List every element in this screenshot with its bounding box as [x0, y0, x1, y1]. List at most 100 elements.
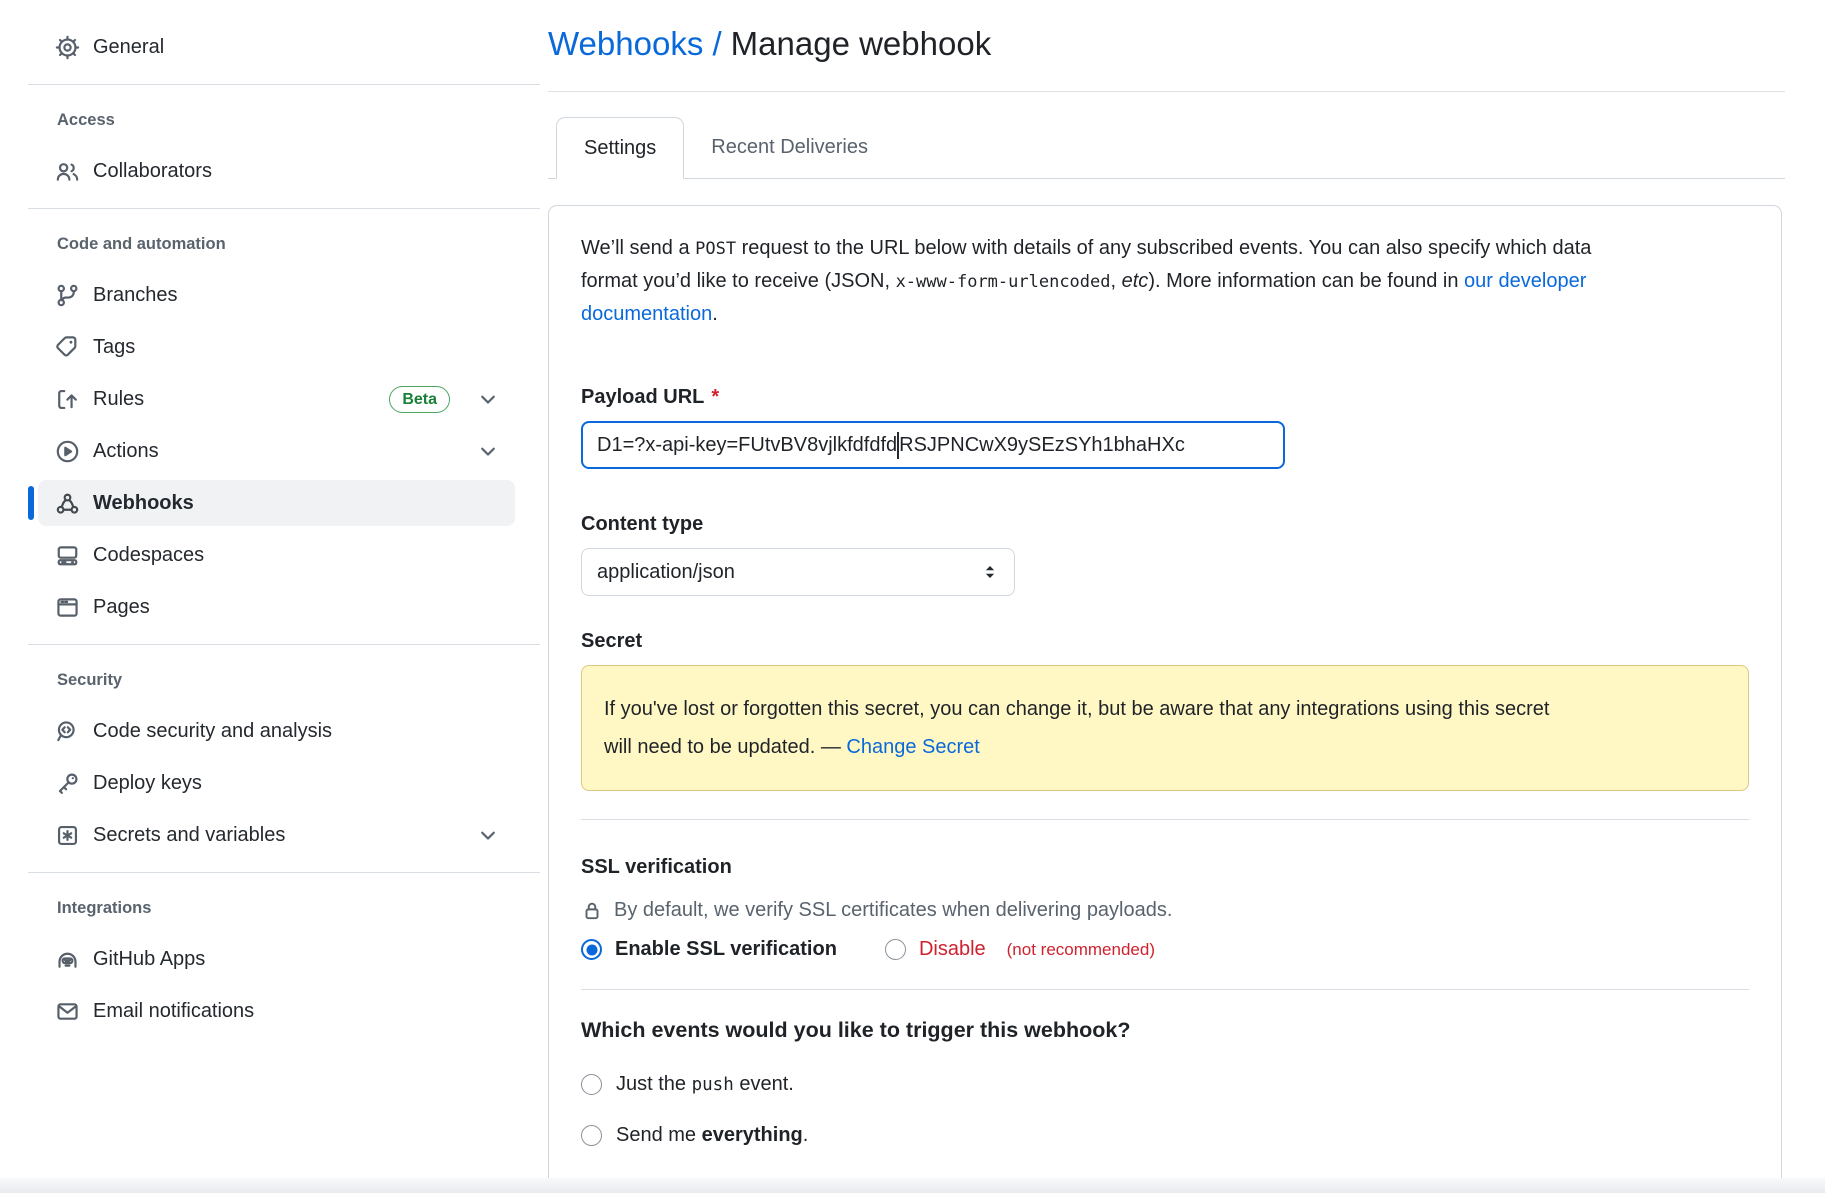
- sidebar-item-code-security-and-analysis[interactable]: Code security and analysis: [38, 708, 515, 754]
- chevron-down-icon[interactable]: [478, 825, 498, 845]
- ssl-description: By default, we verify SSL certificates w…: [614, 899, 1172, 922]
- gear-icon: [55, 35, 80, 60]
- tag-icon: [55, 335, 80, 360]
- sidebar-item-label: Branches: [93, 284, 178, 307]
- sidebar-item-email-notifications[interactable]: Email notifications: [38, 988, 515, 1034]
- payload-url-input[interactable]: D1=?x-api-key=FUtvBV8vjlkfdfdfdRSJPNCwX9…: [581, 421, 1285, 469]
- beta-badge: Beta: [389, 386, 450, 413]
- github-webhook-settings-page: General Access Collaborators Code and autom…: [0, 0, 1825, 1193]
- sidebar-divider: [28, 84, 540, 85]
- active-item-indicator: [28, 486, 34, 520]
- ssl-description-row: By default, we verify SSL certificates w…: [581, 899, 1749, 922]
- sidebar-section-label-security: Security: [28, 671, 540, 690]
- select-arrows-icon: [981, 563, 999, 581]
- sidebar-item-general[interactable]: General: [38, 24, 515, 70]
- section-divider: [581, 819, 1749, 820]
- sidebar-section-label-integrations: Integrations: [28, 899, 540, 918]
- sidebar-item-label: GitHub Apps: [93, 948, 205, 971]
- developer-documentation-link[interactable]: our developer: [1464, 270, 1586, 292]
- push-code-text: push: [692, 1075, 734, 1095]
- radio-checked-icon[interactable]: [581, 939, 602, 960]
- send-everything-option[interactable]: Send me everything.: [581, 1124, 1749, 1147]
- payload-url-value-before-caret: D1=?x-api-key=FUtvBV8vjlkfdfdfd: [597, 434, 897, 457]
- key-icon: [55, 771, 80, 796]
- content-type-label: Content type: [581, 513, 1749, 536]
- secret-warning-line1: If you've lost or forgotten this secret,…: [604, 698, 1549, 720]
- sidebar-item-label: Secrets and variables: [93, 824, 285, 847]
- rules-icon: [55, 387, 80, 412]
- just-push-label: Just the push event.: [616, 1073, 794, 1096]
- viewport-bottom-edge: [0, 1178, 1825, 1193]
- radio-unchecked-icon[interactable]: [581, 1074, 602, 1095]
- page-title-current: Manage webhook: [731, 25, 992, 62]
- sidebar-divider: [28, 208, 540, 209]
- secret-warning-banner: If you've lost or forgotten this secret,…: [581, 665, 1749, 791]
- webhook-settings-panel: We’ll send a POST request to the URL bel…: [548, 205, 1782, 1193]
- section-divider: [581, 989, 1749, 990]
- chevron-down-icon[interactable]: [478, 441, 498, 461]
- webhook-icon: [55, 491, 80, 516]
- people-icon: [55, 159, 80, 184]
- sidebar-item-rules[interactable]: Rules Beta: [38, 376, 515, 422]
- tab-recent-deliveries[interactable]: Recent Deliveries: [684, 117, 895, 178]
- secret-warning-line2: will need to be updated. —: [604, 736, 846, 758]
- radio-unchecked-icon[interactable]: [581, 1125, 602, 1146]
- sidebar-item-github-apps[interactable]: GitHub Apps: [38, 936, 515, 982]
- sidebar-item-actions[interactable]: Actions: [38, 428, 515, 474]
- secrets-icon: [55, 823, 80, 848]
- sidebar-item-tags[interactable]: Tags: [38, 324, 515, 370]
- payload-url-label: Payload URL: [581, 386, 704, 409]
- sidebar-item-webhooks[interactable]: Webhooks: [38, 480, 515, 526]
- content-type-select[interactable]: application/json: [581, 548, 1015, 596]
- breadcrumb-webhooks-link[interactable]: Webhooks /: [548, 25, 722, 62]
- apps-icon: [55, 947, 80, 972]
- enable-ssl-label: Enable SSL verification: [615, 938, 837, 961]
- change-secret-link[interactable]: Change Secret: [846, 736, 979, 758]
- pages-icon: [55, 595, 80, 620]
- main-content: Webhooks /Manage webhook Settings Recent…: [548, 0, 1785, 1193]
- sidebar-divider: [28, 872, 540, 873]
- sidebar-item-label: Actions: [93, 440, 159, 463]
- sidebar-item-branches[interactable]: Branches: [38, 272, 515, 318]
- secret-label: Secret: [581, 630, 1749, 653]
- sidebar-section-label-code-and-automation: Code and automation: [28, 235, 540, 254]
- content-type-selected-value: application/json: [597, 561, 735, 584]
- sidebar-item-label: Webhooks: [93, 492, 194, 515]
- lock-icon: [581, 900, 603, 922]
- play-icon: [55, 439, 80, 464]
- payload-url-value-after-caret: RSJPNCwX9ySEzSYh1bhaHXc: [899, 434, 1185, 457]
- sidebar-item-label: Collaborators: [93, 160, 212, 183]
- sidebar-divider: [28, 644, 540, 645]
- sidebar-item-label: Codespaces: [93, 544, 204, 567]
- sidebar-item-label: Code security and analysis: [93, 720, 332, 743]
- disable-ssl-label: Disable: [919, 938, 986, 961]
- ssl-verification-heading: SSL verification: [581, 856, 1749, 879]
- developer-documentation-link[interactable]: documentation: [581, 303, 712, 325]
- events-heading: Which events would you like to trigger t…: [581, 1018, 1749, 1043]
- page-title: Webhooks /Manage webhook: [548, 24, 1785, 64]
- breadcrumb-label: Webhooks: [548, 25, 703, 62]
- codespaces-icon: [55, 543, 80, 568]
- enable-ssl-option[interactable]: Enable SSL verification: [581, 938, 837, 961]
- sidebar-item-codespaces[interactable]: Codespaces: [38, 532, 515, 578]
- just-push-option[interactable]: Just the push event.: [581, 1073, 1749, 1096]
- ssl-radio-group: Enable SSL verification Disable (not rec…: [581, 938, 1749, 961]
- sidebar-item-pages[interactable]: Pages: [38, 584, 515, 630]
- disable-ssl-option[interactable]: Disable (not recommended): [885, 938, 1155, 961]
- breadcrumb-separator: /: [713, 25, 722, 62]
- tab-settings[interactable]: Settings: [556, 117, 684, 179]
- radio-unchecked-icon[interactable]: [885, 939, 906, 960]
- disable-ssl-note: (not recommended): [1007, 940, 1155, 960]
- mail-icon: [55, 999, 80, 1024]
- sidebar-item-collaborators[interactable]: Collaborators: [38, 148, 515, 194]
- sidebar-section-label-access: Access: [28, 111, 540, 130]
- branch-icon: [55, 283, 80, 308]
- codescan-icon: [55, 719, 80, 744]
- settings-sidebar: General Access Collaborators Code and autom…: [28, 0, 540, 1040]
- sidebar-item-secrets-and-variables[interactable]: Secrets and variables: [38, 812, 515, 858]
- webhook-tabs: Settings Recent Deliveries: [548, 117, 1785, 179]
- chevron-down-icon[interactable]: [478, 389, 498, 409]
- sidebar-item-label: General: [93, 36, 164, 59]
- sidebar-item-label: Rules: [93, 388, 144, 411]
- sidebar-item-deploy-keys[interactable]: Deploy keys: [38, 760, 515, 806]
